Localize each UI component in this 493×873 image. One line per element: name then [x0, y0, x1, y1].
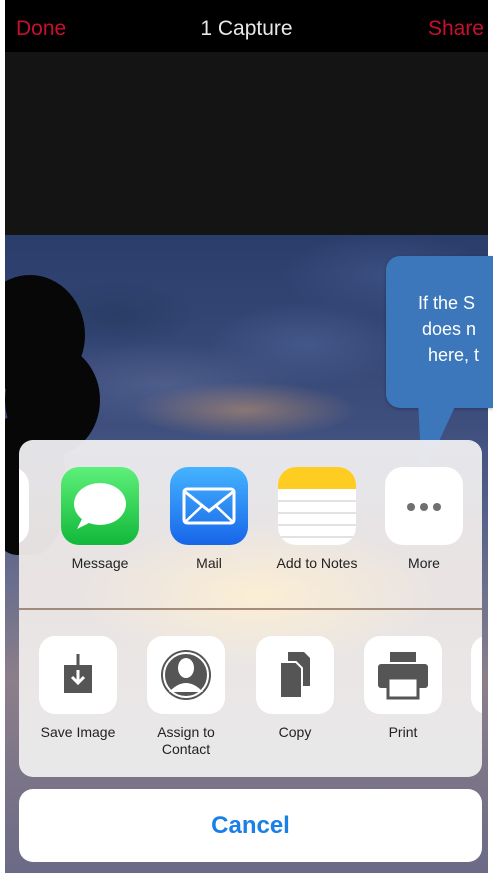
app-partial[interactable] [19, 467, 29, 545]
share-app-label: Message [71, 555, 129, 571]
action-label: Print [388, 724, 418, 740]
share-app-label: Add to Notes [276, 555, 358, 571]
share-button[interactable]: Share [428, 17, 484, 41]
callout-line: does n [422, 319, 477, 339]
share-app-label: Mail [196, 555, 222, 571]
callout-text-clip: If the S does n here, t [386, 290, 493, 380]
navigation-bar: Done 1 Capture Share [5, 0, 488, 52]
print-icon[interactable] [364, 636, 442, 714]
notes-icon[interactable] [278, 467, 356, 545]
mail-icon[interactable] [170, 467, 248, 545]
more-icon[interactable] [385, 467, 463, 545]
sheet-divider [19, 608, 482, 610]
save-image-icon[interactable] [39, 636, 117, 714]
share-sheet: Message Mail Add to Notes More Save Imag… [19, 440, 482, 777]
page-title: 1 Capture [200, 17, 293, 40]
contact-icon[interactable] [147, 636, 225, 714]
cancel-button[interactable]: Cancel [19, 789, 482, 862]
action-label: Save Image [40, 724, 116, 740]
action-partial[interactable] [471, 636, 482, 714]
callout-line: here, t [428, 345, 480, 365]
copy-icon[interactable] [256, 636, 334, 714]
action-label: Copy [278, 724, 312, 740]
callout-line: If the S [418, 293, 476, 313]
action-label: Assign to Contact [157, 724, 215, 757]
share-app-label: More [408, 555, 440, 571]
tree-silhouette [45, 360, 85, 400]
callout-text: If the S does n here, t [396, 290, 493, 368]
photo-letterbox [5, 52, 488, 235]
message-icon[interactable] [61, 467, 139, 545]
cancel-label: Cancel [211, 812, 290, 839]
